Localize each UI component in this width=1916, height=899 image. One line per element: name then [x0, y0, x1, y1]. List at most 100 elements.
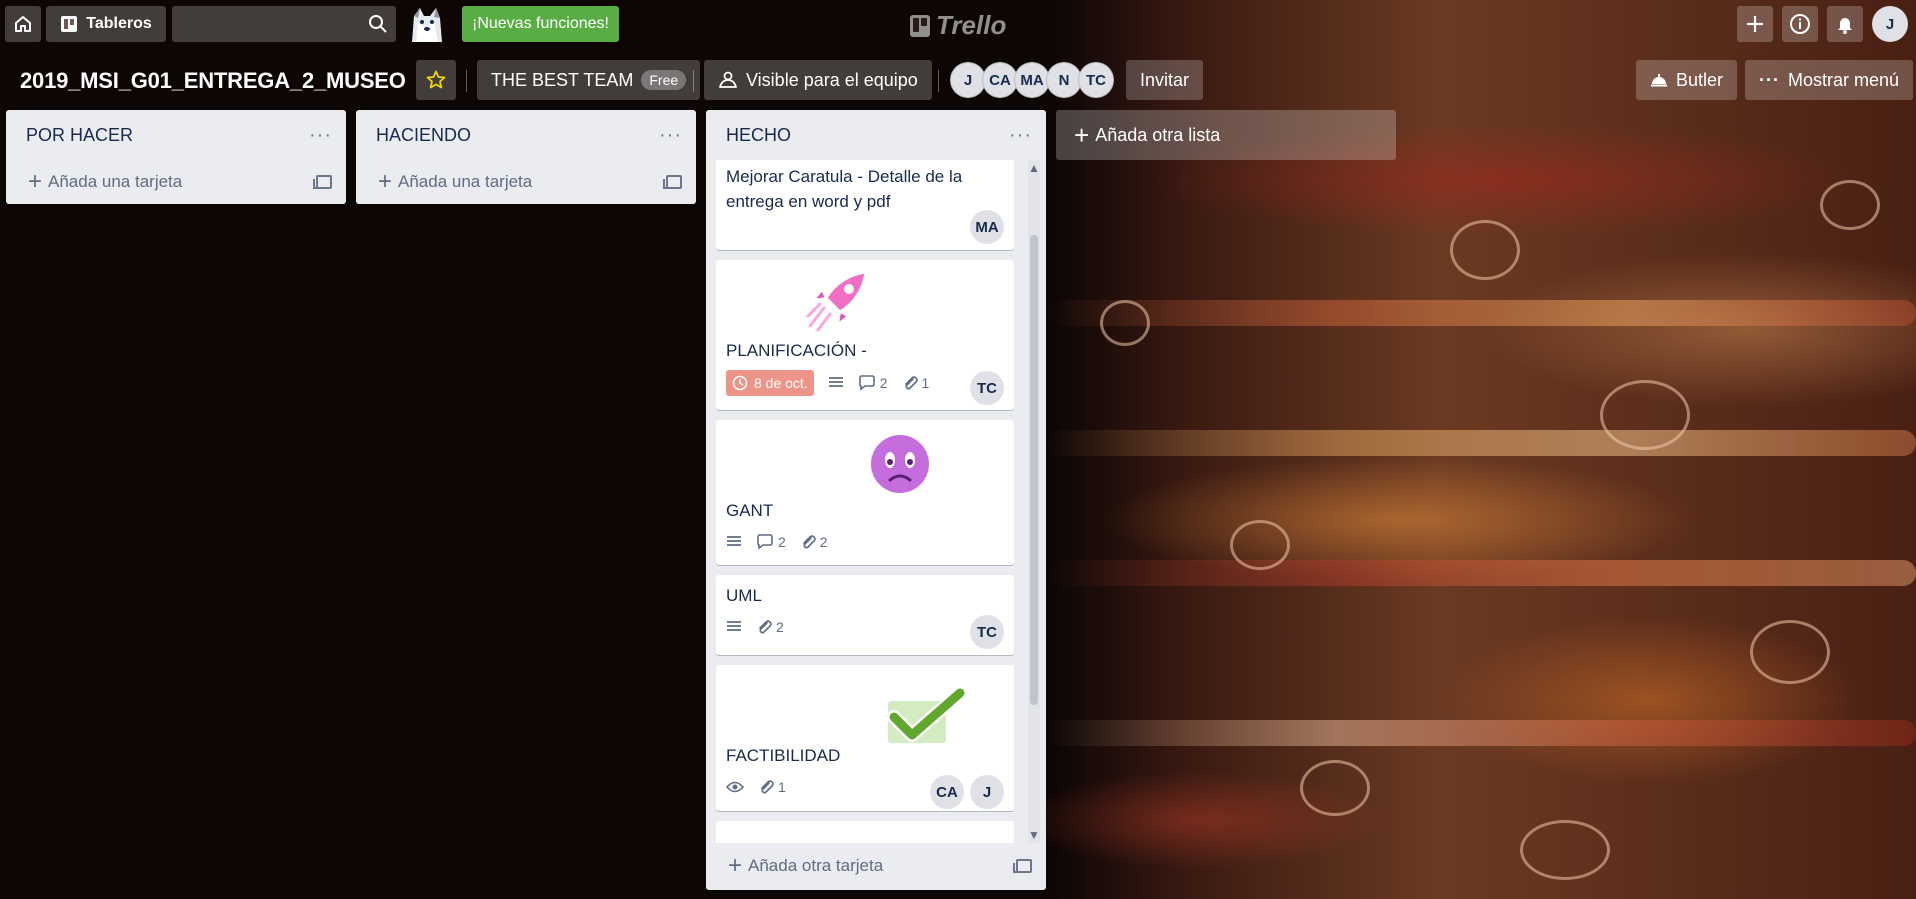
card-member-avatar[interactable]: J — [970, 775, 1004, 809]
card-template-icon[interactable] — [663, 175, 682, 189]
card[interactable]: UML 2 TC — [716, 575, 1014, 655]
board-title[interactable]: 2019_MSI_G01_ENTREGA_2_MUSEO — [20, 68, 406, 94]
info-icon — [1790, 14, 1810, 34]
trello-logo[interactable]: Trello — [910, 10, 1006, 41]
list-scrollbar[interactable]: ▲ ▼ — [1028, 160, 1040, 843]
card[interactable]: Mejorar Caratula - Detalle de la entrega… — [716, 160, 1014, 250]
list-por-hacer: POR HACER ··· + Añada una tarjeta — [6, 110, 346, 204]
eye-icon — [726, 781, 744, 793]
card-template-icon[interactable] — [313, 175, 332, 189]
boards-label: Tableros — [86, 15, 152, 32]
team-label: THE BEST TEAM — [491, 69, 634, 90]
plus-icon: + — [378, 168, 393, 195]
description-icon — [727, 536, 741, 546]
new-features-button[interactable]: ¡Nuevas funciones! — [462, 6, 619, 42]
butler-bell-icon — [1651, 74, 1667, 87]
list-header: HECHO ··· — [706, 110, 1046, 160]
list-menu-icon[interactable]: ··· — [659, 124, 682, 147]
member-avatar[interactable]: J — [950, 62, 986, 98]
card-member-avatar[interactable]: TC — [970, 615, 1004, 649]
card-list[interactable]: Mejorar Caratula - Detalle de la entrega… — [714, 160, 1022, 843]
list-title[interactable]: HECHO — [726, 125, 1009, 146]
taco-mascot-icon[interactable] — [404, 2, 448, 46]
search-box[interactable] — [172, 6, 396, 42]
card-badges: 2 2 — [726, 534, 828, 550]
info-button[interactable] — [1782, 6, 1818, 42]
board-members: J CA MA N TC — [950, 62, 1114, 98]
add-card-button[interactable]: + Añada una tarjeta — [356, 160, 696, 204]
list-haciendo: HACIENDO ··· + Añada una tarjeta — [356, 110, 696, 204]
card[interactable]: FACTIBILIDAD 1 CA J — [716, 665, 1014, 811]
member-avatar[interactable]: MA — [1014, 62, 1050, 98]
card-title-line: Mejorar Caratula - Detalle de la — [726, 167, 963, 186]
card[interactable] — [716, 821, 1014, 843]
trello-logo-icon — [910, 14, 930, 37]
card-badges: 2 — [726, 619, 784, 635]
card[interactable]: PLANIFICACIÓN - 8 de oct. 2 1 TC — [716, 260, 1014, 410]
comment-icon — [858, 375, 875, 391]
boards-button[interactable]: Tableros — [46, 6, 166, 42]
create-button[interactable] — [1737, 6, 1773, 42]
comments-badge: 2 — [756, 534, 786, 550]
due-date-label: 8 de oct. — [754, 375, 808, 391]
user-avatar[interactable]: J — [1872, 6, 1908, 42]
card-template-icon[interactable] — [1013, 859, 1032, 873]
bell-icon — [1838, 18, 1852, 34]
add-card-button[interactable]: + Añada otra tarjeta — [706, 844, 1046, 888]
list-menu-icon[interactable]: ··· — [1009, 124, 1032, 147]
list-title[interactable]: HACIENDO — [376, 125, 659, 146]
team-visibility-icon — [719, 71, 737, 88]
list-title[interactable]: POR HACER — [26, 125, 309, 146]
list-header: HACIENDO ··· — [356, 110, 696, 160]
attachments-count: 1 — [778, 779, 786, 795]
star-board-button[interactable] — [416, 60, 456, 100]
board-header: 2019_MSI_G01_ENTREGA_2_MUSEO THE BEST TE… — [0, 60, 1916, 102]
scroll-down-icon[interactable]: ▼ — [1028, 829, 1040, 841]
search-input[interactable] — [172, 6, 396, 42]
scrollbar-thumb[interactable] — [1030, 235, 1038, 705]
card-title: FACTIBILIDAD — [726, 746, 841, 765]
card[interactable]: GANT 2 2 — [716, 420, 1014, 565]
attachments-badge: 2 — [800, 534, 828, 550]
member-avatar[interactable]: N — [1046, 62, 1082, 98]
card-member-avatar[interactable]: CA — [930, 775, 964, 809]
comments-badge: 2 — [858, 375, 888, 391]
clock-icon — [732, 375, 748, 391]
card-badges: 1 — [726, 779, 786, 795]
worried-face-sticker-icon — [867, 431, 933, 497]
more-dots-icon: ··· — [1759, 69, 1780, 90]
paperclip-icon — [761, 780, 774, 794]
rocket-sticker-icon — [806, 270, 868, 332]
add-card-button[interactable]: + Añada una tarjeta — [6, 160, 346, 204]
star-icon — [426, 70, 446, 89]
notifications-button[interactable] — [1827, 6, 1863, 42]
due-date-badge[interactable]: 8 de oct. — [726, 370, 814, 396]
search-icon[interactable] — [368, 14, 388, 34]
attachments-count: 2 — [776, 619, 784, 635]
attachments-count: 2 — [819, 534, 828, 550]
card-member-avatar[interactable]: TC — [970, 371, 1004, 405]
add-card-label: Añada una tarjeta — [398, 172, 533, 191]
header-divider — [693, 70, 694, 92]
scroll-up-icon[interactable]: ▲ — [1028, 162, 1040, 174]
attachments-count: 1 — [921, 375, 930, 391]
visibility-button[interactable]: Visible para el equipo — [704, 60, 932, 100]
list-menu-icon[interactable]: ··· — [309, 124, 332, 147]
paperclip-icon — [759, 620, 772, 634]
home-icon — [15, 16, 31, 32]
member-avatar[interactable]: TC — [1078, 62, 1114, 98]
invite-button[interactable]: Invitar — [1126, 60, 1204, 100]
home-button[interactable] — [5, 6, 41, 42]
team-button[interactable]: THE BEST TEAM Free — [477, 60, 701, 100]
add-list-button[interactable]: + Añada otra lista — [1056, 110, 1396, 160]
butler-button[interactable]: Butler — [1636, 60, 1738, 100]
comments-count: 2 — [778, 534, 786, 550]
show-menu-button[interactable]: ··· Mostrar menú — [1745, 60, 1914, 100]
member-avatar[interactable]: CA — [982, 62, 1018, 98]
butler-label: Butler — [1676, 69, 1724, 90]
paperclip-icon — [904, 376, 918, 390]
attachments-badge: 1 — [902, 375, 930, 391]
header-divider — [938, 70, 939, 92]
attachments-badge: 1 — [758, 779, 786, 795]
card-member-avatar[interactable]: MA — [970, 210, 1004, 244]
